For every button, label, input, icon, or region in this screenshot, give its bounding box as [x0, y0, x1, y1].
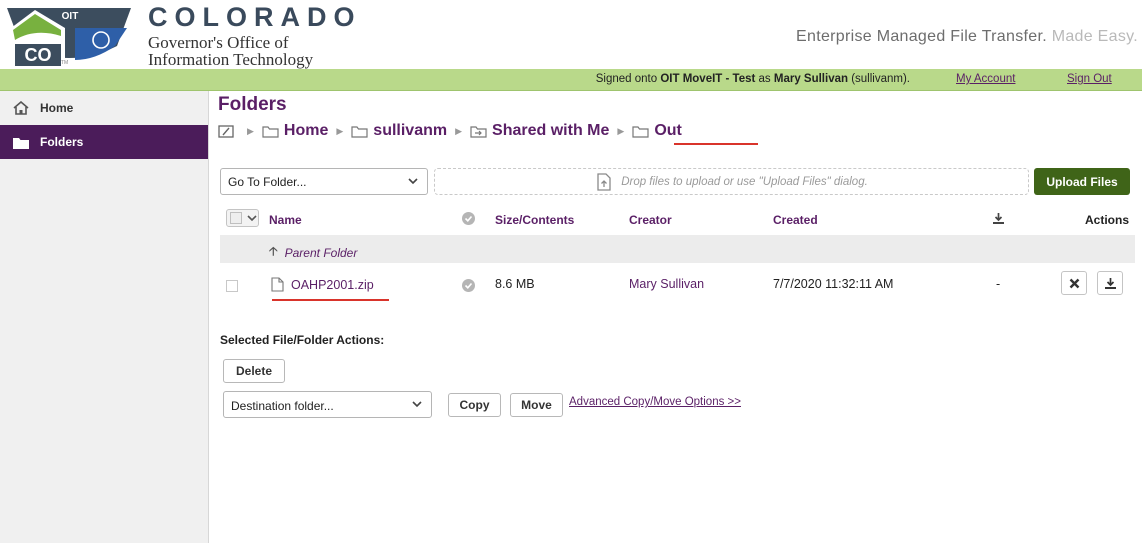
- download-file-button[interactable]: [1097, 271, 1123, 295]
- colorado-oit-logo: OIT CO TM: [7, 8, 131, 66]
- sign-out-link[interactable]: Sign Out: [1067, 73, 1112, 85]
- file-icon: [271, 277, 284, 292]
- breadcrumb-sullivanm[interactable]: sullivanm: [351, 122, 447, 140]
- breadcrumb-out[interactable]: Out: [632, 122, 682, 140]
- status-user: Mary Sullivan: [773, 73, 849, 85]
- parent-folder-link[interactable]: 🡡 Parent Folder: [269, 242, 357, 263]
- destination-folder-select[interactable]: Destination folder...: [223, 391, 432, 418]
- up-arrow-icon: 🡡: [269, 244, 278, 258]
- sidebar-item-label: Home: [40, 101, 74, 115]
- select-all-dropdown[interactable]: [226, 209, 259, 227]
- home-icon: [13, 101, 29, 115]
- file-size: 8.6 MB: [495, 277, 535, 291]
- column-header-actions: Actions: [1085, 213, 1130, 227]
- signed-on-text: Signed onto OIT MoveIT - Test as Mary Su…: [596, 73, 910, 85]
- status-bar: Signed onto OIT MoveIT - Test as Mary Su…: [0, 69, 1142, 91]
- chevron-down-icon: [412, 401, 422, 408]
- breadcrumb-separator-icon: ▶: [247, 125, 254, 136]
- status-suffix: (sullivanm).: [848, 73, 910, 85]
- tagline-main: Enterprise Managed File Transfer.: [796, 28, 1047, 45]
- sidebar-item-label: Folders: [40, 135, 84, 149]
- sidebar-item-folders[interactable]: Folders: [0, 125, 208, 159]
- breadcrumb-separator-icon: ▶: [336, 125, 344, 136]
- breadcrumb: ▶ Home ▶ sullivanm ▶ Shared with Me ▶ Ou…: [218, 122, 682, 140]
- org-line-2: Information Technology: [148, 50, 314, 69]
- tagline-light: Made Easy.: [1051, 28, 1138, 45]
- destination-folder-value: Destination folder...: [231, 399, 334, 413]
- folder-outline-icon: [632, 125, 649, 138]
- chevron-down-icon: [408, 178, 418, 185]
- copy-button[interactable]: Copy: [448, 393, 501, 417]
- chevron-down-icon: [247, 215, 257, 222]
- delete-file-button[interactable]: [1061, 271, 1087, 295]
- status-check-icon: [462, 279, 475, 295]
- breadcrumb-label: Out: [654, 122, 682, 139]
- file-created: 7/7/2020 11:32:11 AM: [773, 277, 894, 291]
- breadcrumb-separator-icon: ▶: [617, 125, 625, 136]
- column-header-creator[interactable]: Creator: [629, 213, 672, 227]
- main-content: Folders ▶ Home ▶ sullivanm ▶ Shared with…: [218, 91, 1136, 543]
- selected-actions-title: Selected File/Folder Actions:: [220, 333, 385, 347]
- tagline: Enterprise Managed File Transfer. Made E…: [796, 28, 1138, 46]
- breadcrumb-label: sullivanm: [373, 122, 448, 139]
- breadcrumb-highlight-underline: [674, 143, 758, 145]
- page-title: Folders: [218, 94, 287, 115]
- svg-text:OIT: OIT: [62, 11, 79, 22]
- go-to-folder-select[interactable]: Go To Folder...: [220, 168, 428, 195]
- folder-outline-icon: [351, 125, 368, 138]
- file-highlight-underline: [272, 299, 389, 301]
- download-icon: [1104, 277, 1116, 289]
- file-upload-icon: [597, 172, 611, 191]
- status-check-icon: [462, 212, 475, 228]
- org-name-block: COLORADO Governor's Office of Informatio…: [148, 2, 362, 68]
- advanced-copy-move-link[interactable]: Advanced Copy/Move Options >>: [569, 396, 741, 408]
- column-header-size[interactable]: Size/Contents: [495, 213, 574, 227]
- column-header-name[interactable]: Name: [269, 213, 302, 227]
- breadcrumb-label: Shared with Me: [492, 122, 610, 139]
- folder-icon: [13, 135, 29, 149]
- parent-folder-row[interactable]: 🡡 Parent Folder: [220, 235, 1135, 263]
- breadcrumb-separator-icon: ▶: [455, 125, 463, 136]
- breadcrumb-root[interactable]: [218, 124, 239, 138]
- my-account-link[interactable]: My Account: [956, 73, 1015, 85]
- shared-folder-icon: [470, 125, 487, 138]
- status-middle: as: [755, 73, 774, 85]
- breadcrumb-label: Home: [283, 122, 329, 139]
- sidebar: Home Folders: [0, 91, 209, 543]
- column-header-created[interactable]: Created: [773, 213, 818, 227]
- folder-outline-icon: [262, 125, 279, 138]
- table-row: OAHP2001.zip 8.6 MB Mary Sullivan 7/7/20…: [220, 269, 1135, 303]
- row-checkbox[interactable]: [226, 280, 238, 292]
- file-download-count: -: [996, 277, 1001, 291]
- close-icon: [1069, 278, 1079, 288]
- root-folder-icon: [218, 125, 234, 138]
- svg-text:TM: TM: [61, 60, 68, 66]
- upload-files-button[interactable]: Upload Files: [1034, 168, 1130, 195]
- breadcrumb-home[interactable]: Home: [262, 122, 328, 140]
- svg-text:CO: CO: [25, 45, 52, 65]
- file-creator: Mary Sullivan: [629, 277, 705, 291]
- file-table-header: Name Size/Contents Creator Created Actio…: [220, 205, 1135, 233]
- org-line-1: Governor's Office of: [148, 33, 289, 52]
- breadcrumb-shared-with-me[interactable]: Shared with Me: [470, 122, 609, 140]
- org-name: COLORADO: [148, 2, 362, 32]
- select-all-checkbox[interactable]: [230, 212, 242, 224]
- file-name: OAHP2001.zip: [291, 277, 374, 292]
- status-prefix: Signed onto: [595, 73, 661, 85]
- download-count-icon: [992, 212, 1005, 228]
- upload-dropzone[interactable]: Drop files to upload or use "Upload File…: [434, 168, 1029, 195]
- app-header: OIT CO TM COLORADO Governor's Office of …: [0, 0, 1142, 69]
- file-link[interactable]: OAHP2001.zip: [271, 277, 374, 292]
- status-site: OIT MoveIT - Test: [660, 73, 756, 85]
- move-button[interactable]: Move: [510, 393, 563, 417]
- dropzone-text: Drop files to upload or use "Upload File…: [621, 175, 868, 188]
- parent-folder-label: Parent Folder: [284, 245, 358, 260]
- sidebar-item-home[interactable]: Home: [0, 91, 208, 125]
- delete-button[interactable]: Delete: [223, 359, 285, 383]
- go-to-folder-value: Go To Folder...: [228, 175, 307, 189]
